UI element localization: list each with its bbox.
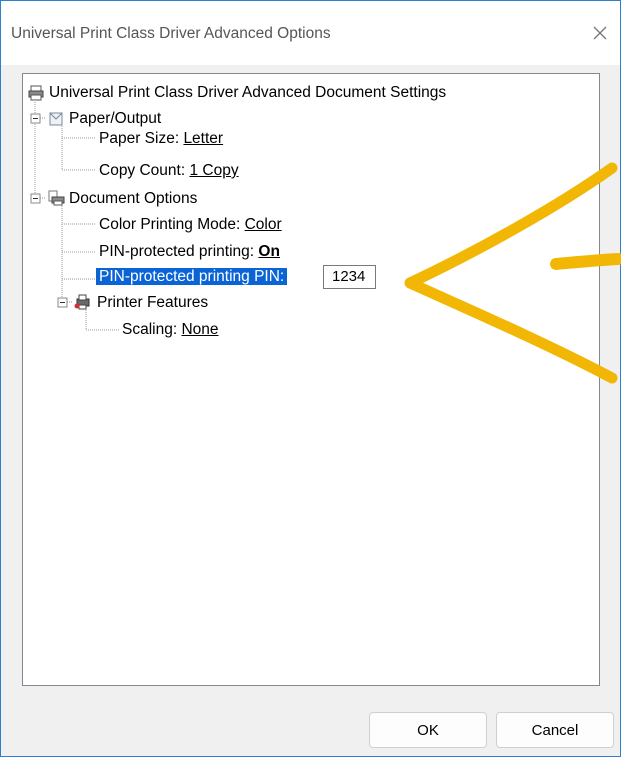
- pin-input[interactable]: [323, 265, 376, 289]
- tree-item-document-options[interactable]: Document Options: [69, 189, 197, 209]
- tree-item-pin-printing[interactable]: PIN-protected printing: On: [99, 242, 280, 262]
- tree-item-printer-features[interactable]: Printer Features: [97, 293, 208, 313]
- tree-item-scaling[interactable]: Scaling: None: [122, 320, 219, 340]
- ok-button[interactable]: OK: [369, 712, 487, 748]
- pin-printing-value[interactable]: On: [258, 243, 280, 260]
- settings-tree-panel: Universal Print Class Driver Advanced Do…: [22, 73, 600, 686]
- tree-item-pin[interactable]: PIN-protected printing PIN:: [96, 267, 288, 287]
- paper-size-value[interactable]: Letter: [183, 130, 223, 147]
- cancel-button[interactable]: Cancel: [496, 712, 614, 748]
- copy-count-label: Copy Count:: [99, 162, 190, 179]
- pin-label-selected: PIN-protected printing PIN:: [96, 268, 288, 285]
- tree-root-label[interactable]: Universal Print Class Driver Advanced Do…: [49, 83, 446, 103]
- tree-item-paper-output[interactable]: Paper/Output: [69, 109, 161, 129]
- tree-item-paper-size[interactable]: Paper Size: Letter: [99, 129, 223, 149]
- color-mode-value[interactable]: Color: [245, 216, 282, 233]
- scaling-value[interactable]: None: [181, 321, 218, 338]
- window-title: Universal Print Class Driver Advanced Op…: [11, 25, 331, 42]
- copy-count-value[interactable]: 1 Copy: [189, 162, 238, 179]
- printer-features-icon: [74, 294, 90, 310]
- title-bar: Universal Print Class Driver Advanced Op…: [1, 1, 620, 65]
- close-button[interactable]: [580, 13, 620, 53]
- tree-item-color-mode[interactable]: Color Printing Mode: Color: [99, 215, 282, 235]
- printer-icon: [28, 85, 44, 101]
- close-icon: [593, 26, 607, 40]
- tree-item-copy-count[interactable]: Copy Count: 1 Copy: [99, 161, 239, 181]
- paper-size-label: Paper Size:: [99, 130, 184, 147]
- pin-printing-label: PIN-protected printing:: [99, 243, 259, 260]
- scaling-label: Scaling:: [122, 321, 182, 338]
- color-mode-label: Color Printing Mode:: [99, 216, 245, 233]
- document-options-icon: [48, 190, 65, 206]
- dialog-window: Universal Print Class Driver Advanced Op…: [0, 0, 621, 757]
- paper-icon: [49, 112, 63, 126]
